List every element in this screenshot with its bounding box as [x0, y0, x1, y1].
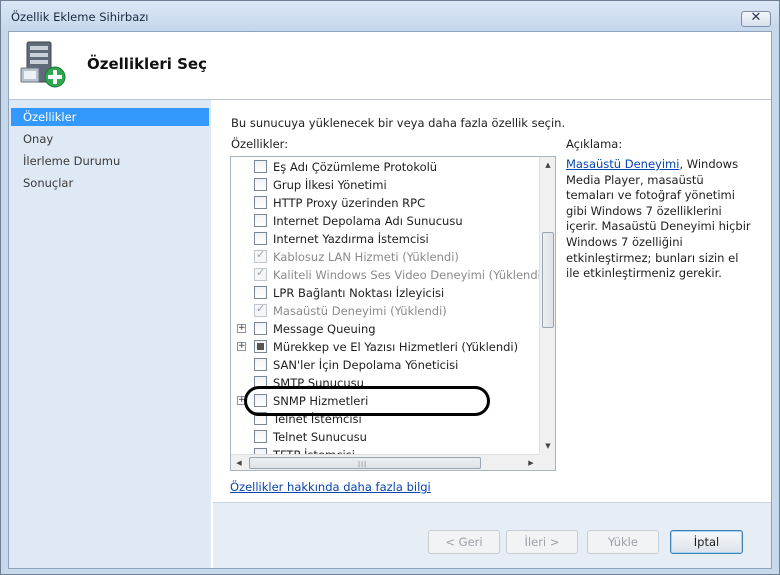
features-list-viewport: Eş Adı Çözümleme Protokolü Grup İlkesi Yö… [231, 157, 539, 454]
feature-row[interactable]: HTTP Proxy üzerinden RPC [231, 194, 539, 212]
feature-checkbox[interactable] [254, 430, 267, 443]
feature-label: Internet Depolama Adı Sunucusu [273, 214, 463, 228]
feature-label: Eş Adı Çözümleme Protokolü [273, 160, 438, 174]
feature-checkbox[interactable] [254, 340, 267, 353]
instruction-text: Bu sunucuya yüklenecek bir veya daha faz… [231, 116, 566, 130]
wizard-steps-nav: Özellikler Onay İlerleme Durumu Sonuçlar [9, 100, 211, 568]
nav-item-features[interactable]: Özellikler [11, 108, 209, 126]
wizard-header: Özellikleri Seç [9, 32, 771, 100]
expand-icon[interactable]: + [237, 396, 246, 405]
feature-label: Kablosuz LAN Hizmeti (Yüklendi) [273, 250, 459, 264]
feature-row[interactable]: SMTP Sunucusu [231, 374, 539, 392]
next-button[interactable]: İleri > [506, 530, 578, 554]
wizard-client-area: Özellikleri Seç Özellikler Onay İlerleme… [8, 31, 772, 569]
page-title: Özellikleri Seç [87, 55, 207, 73]
feature-row[interactable]: TFTP İstemcisi [231, 446, 539, 454]
feature-checkbox[interactable] [254, 266, 267, 281]
close-button[interactable]: ✕ [741, 10, 771, 27]
vertical-scroll-thumb[interactable] [542, 232, 554, 328]
feature-row[interactable]: + Message Queuing [231, 320, 539, 338]
description-label: Açıklama: [566, 137, 623, 151]
cancel-button[interactable]: İptal [670, 530, 743, 554]
title-bar[interactable]: Özellik Ekleme Sihirbazı ✕ [1, 1, 779, 31]
description-text: Masaüstü Deneyimi, Windows Media Player,… [566, 157, 751, 282]
feature-label: Masaüstü Deneyimi (Yüklendi) [273, 304, 447, 318]
close-icon: ✕ [750, 10, 762, 25]
feature-checkbox[interactable] [254, 376, 267, 389]
back-button[interactable]: < Geri [428, 530, 500, 554]
server-add-icon [20, 41, 66, 88]
feature-checkbox[interactable] [254, 394, 267, 407]
scroll-left-icon[interactable]: ◀ [231, 455, 247, 470]
feature-checkbox[interactable] [254, 178, 267, 191]
feature-label: Telnet İstemcisi [273, 412, 362, 426]
feature-row[interactable]: Internet Depolama Adı Sunucusu [231, 212, 539, 230]
feature-row[interactable]: Kablosuz LAN Hizmeti (Yüklendi) [231, 248, 539, 266]
feature-label: SAN'ler İçin Depolama Yöneticisi [273, 358, 459, 372]
feature-checkbox[interactable] [254, 232, 267, 245]
feature-row[interactable]: Telnet Sunucusu [231, 428, 539, 446]
nav-item-confirmation[interactable]: Onay [9, 130, 211, 148]
feature-checkbox[interactable] [254, 322, 267, 335]
horizontal-scroll-thumb[interactable]: ||| [249, 457, 481, 469]
feature-label: SMTP Sunucusu [273, 376, 364, 390]
feature-label: HTTP Proxy üzerinden RPC [273, 196, 426, 210]
horizontal-scrollbar[interactable]: ◀ ||| ▶ [231, 454, 539, 470]
features-list[interactable]: Eş Adı Çözümleme Protokolü Grup İlkesi Yö… [230, 156, 556, 471]
main-panel: Bu sunucuya yüklenecek bir veya daha faz… [213, 100, 771, 568]
feature-row[interactable]: + Mürekkep ve El Yazısı Hizmetleri (Yükle… [231, 338, 539, 356]
more-info-link[interactable]: Özellikler hakkında daha fazla bilgi [230, 480, 431, 494]
install-button[interactable]: Yükle [587, 530, 659, 554]
feature-label: Kaliteli Windows Ses Video Deneyimi (Yük… [273, 268, 539, 282]
feature-row[interactable]: LPR Bağlantı Noktası İzleyicisi [231, 284, 539, 302]
feature-label: Message Queuing [273, 322, 376, 336]
vertical-scrollbar[interactable]: ▲ ▼ [539, 157, 555, 454]
feature-checkbox[interactable] [254, 412, 267, 425]
feature-row[interactable]: Grup İlkesi Yönetimi [231, 176, 539, 194]
features-label: Özellikler: [231, 137, 289, 151]
scrollbar-corner [539, 454, 555, 470]
description-link[interactable]: Masaüstü Deneyimi [566, 157, 679, 171]
feature-row[interactable]: SAN'ler İçin Depolama Yöneticisi [231, 356, 539, 374]
feature-label: Grup İlkesi Yönetimi [273, 178, 387, 192]
feature-row[interactable]: Kaliteli Windows Ses Video Deneyimi (Yük… [231, 266, 539, 284]
feature-label: Internet Yazdırma İstemcisi [273, 232, 429, 246]
scroll-right-icon[interactable]: ▶ [523, 455, 539, 470]
expand-icon[interactable]: + [237, 324, 246, 333]
feature-checkbox[interactable] [254, 358, 267, 371]
feature-label: LPR Bağlantı Noktası İzleyicisi [273, 286, 445, 300]
nav-item-results[interactable]: Sonuçlar [9, 174, 211, 192]
expand-icon[interactable]: + [237, 342, 246, 351]
wizard-window: Özellik Ekleme Sihirbazı ✕ Özellikleri S… [0, 0, 780, 575]
feature-checkbox[interactable] [254, 248, 267, 263]
feature-checkbox[interactable] [254, 214, 267, 227]
feature-row[interactable]: + SNMP Hizmetleri [231, 392, 539, 410]
feature-row[interactable]: Telnet İstemcisi [231, 410, 539, 428]
scroll-up-icon[interactable]: ▲ [540, 157, 555, 173]
feature-row[interactable]: Masaüstü Deneyimi (Yüklendi) [231, 302, 539, 320]
window-title: Özellik Ekleme Sihirbazı [11, 10, 149, 24]
feature-label: Telnet Sunucusu [273, 430, 367, 444]
feature-checkbox[interactable] [254, 196, 267, 209]
feature-label: Mürekkep ve El Yazısı Hizmetleri (Yüklen… [273, 340, 519, 354]
description-body: , Windows Media Player, masaüstü temalar… [566, 157, 751, 281]
feature-checkbox[interactable] [254, 286, 267, 299]
feature-label: SNMP Hizmetleri [273, 394, 369, 408]
feature-row[interactable]: Eş Adı Çözümleme Protokolü [231, 158, 539, 176]
feature-checkbox[interactable] [254, 160, 267, 173]
feature-checkbox[interactable] [254, 302, 267, 317]
nav-item-progress[interactable]: İlerleme Durumu [9, 152, 211, 170]
scroll-down-icon[interactable]: ▼ [540, 438, 555, 454]
feature-row[interactable]: Internet Yazdırma İstemcisi [231, 230, 539, 248]
